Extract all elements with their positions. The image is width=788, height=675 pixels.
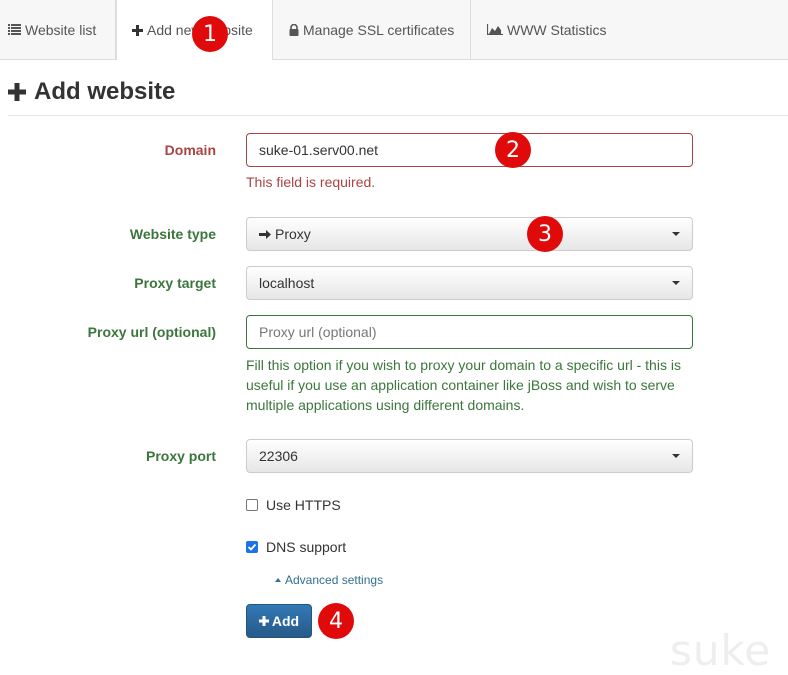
- tab-label: WWW Statistics: [507, 21, 607, 38]
- advanced-settings-link[interactable]: Advanced settings: [275, 573, 383, 587]
- page-title-text: Add website: [34, 78, 176, 105]
- lock-icon: [289, 23, 299, 36]
- list-icon: [8, 24, 21, 35]
- use-https-row[interactable]: Use HTTPS: [246, 497, 341, 513]
- proxy-target-select[interactable]: localhost: [246, 266, 693, 300]
- dns-support-row[interactable]: DNS support: [246, 539, 346, 555]
- watermark: suke: [670, 626, 772, 675]
- area-chart-icon: [487, 24, 503, 35]
- domain-error: This field is required.: [246, 174, 376, 190]
- plus-icon: [132, 24, 143, 36]
- proxy-port-select[interactable]: 22306: [246, 439, 693, 473]
- add-button-label: Add: [271, 613, 300, 629]
- annotation-marker-4: 4: [318, 603, 354, 639]
- use-https-label: Use HTTPS: [266, 497, 341, 513]
- domain-value: suke-01.serv00.net: [259, 142, 379, 158]
- page-title: Add website: [8, 78, 788, 106]
- add-button[interactable]: Add: [246, 604, 312, 638]
- domain-input[interactable]: suke-01.serv00.net: [246, 133, 693, 167]
- tab-website-list[interactable]: Website list: [0, 0, 116, 59]
- annotation-marker-1: 1: [192, 16, 228, 52]
- proxy-url-help: Fill this option if you wish to proxy yo…: [246, 357, 681, 413]
- tab-label: Website list: [25, 21, 97, 38]
- tab-label: Manage SSL certificates: [303, 21, 455, 38]
- arrow-right-icon: [259, 229, 271, 240]
- domain-label: Domain: [164, 142, 216, 158]
- use-https-checkbox[interactable]: [246, 499, 258, 511]
- proxy-url-placeholder: Proxy url (optional): [259, 324, 377, 340]
- website-type-select[interactable]: Proxy: [246, 217, 693, 251]
- triangle-up-icon: [275, 578, 281, 582]
- tab-www-statistics[interactable]: WWW Statistics: [471, 0, 631, 59]
- advanced-settings-label: Advanced settings: [285, 573, 384, 587]
- proxy-port-label: Proxy port: [145, 448, 216, 464]
- chevron-down-icon: [672, 454, 680, 458]
- chevron-down-icon: [672, 281, 680, 285]
- chevron-down-icon: [672, 232, 680, 236]
- proxy-url-input[interactable]: Proxy url (optional): [246, 315, 693, 349]
- annotation-marker-3: 3: [527, 216, 563, 252]
- dns-support-checkbox[interactable]: [246, 541, 258, 553]
- tab-manage-ssl[interactable]: Manage SSL certificates: [273, 0, 471, 59]
- annotation-marker-2: 2: [495, 132, 531, 168]
- proxy-url-label: Proxy url (optional): [87, 324, 216, 340]
- plus-icon: [258, 616, 269, 626]
- website-type-label: Website type: [129, 226, 216, 242]
- dns-support-label: DNS support: [266, 539, 347, 555]
- tab-bar: Website list Add new website Manage SSL …: [0, 0, 788, 60]
- proxy-target-label: Proxy target: [134, 275, 216, 291]
- website-type-value: Proxy: [275, 226, 311, 242]
- proxy-port-value: 22306: [259, 448, 298, 464]
- check-icon: [247, 543, 257, 551]
- plus-icon: [8, 83, 26, 101]
- divider: [8, 115, 788, 116]
- proxy-target-value: localhost: [259, 275, 315, 291]
